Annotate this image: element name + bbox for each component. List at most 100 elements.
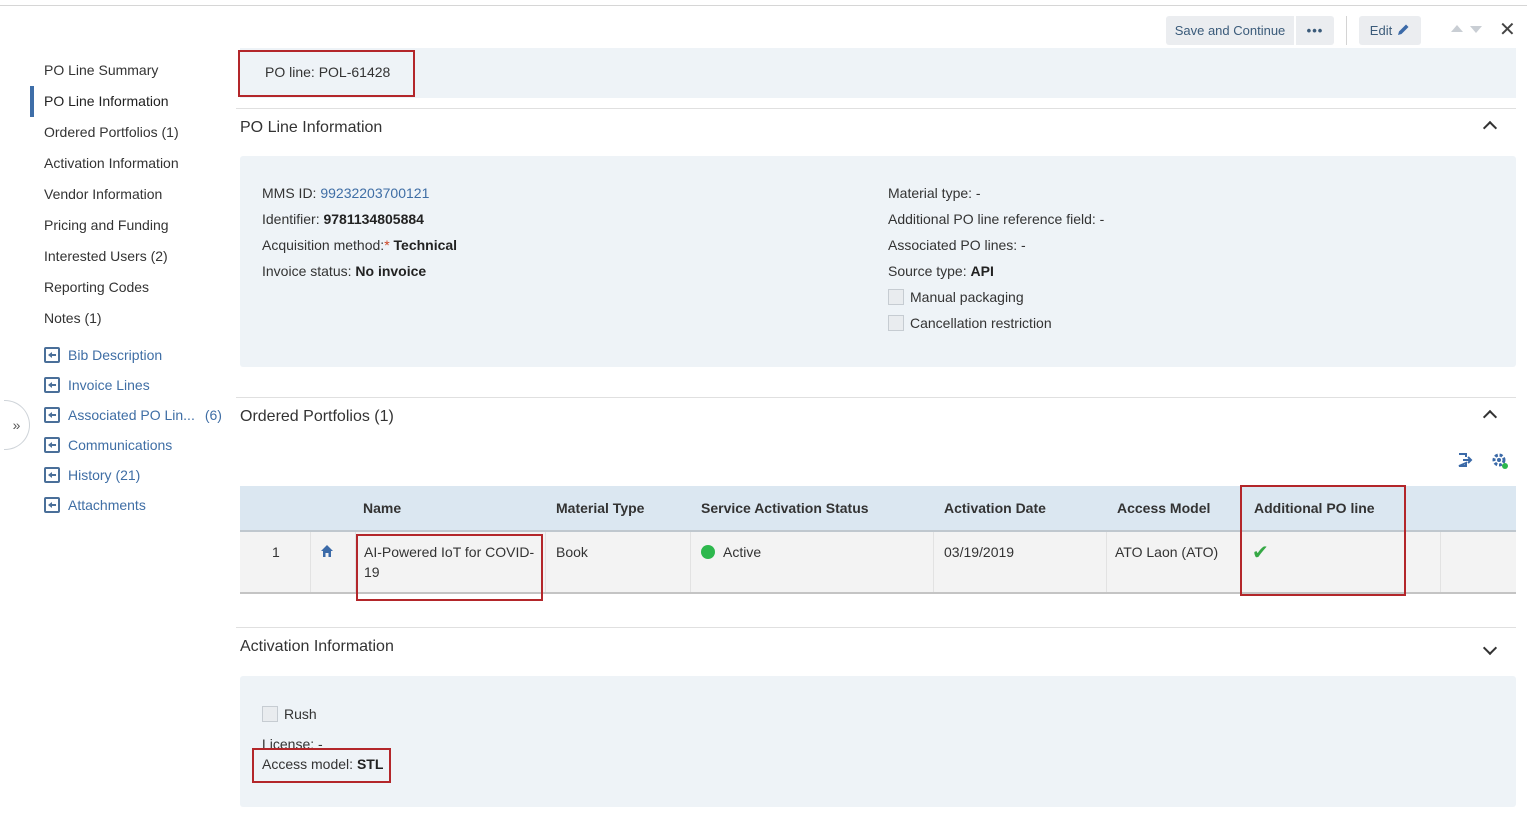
po-line-banner: PO line: POL-61428 [240,48,1516,98]
sidebar-link-label: History (21) [68,467,141,483]
sidebar-link-invoice-lines[interactable]: Invoice Lines [30,370,230,400]
sidebar-link-associated-po-lin[interactable]: Associated PO Lin... (6) [30,400,230,430]
activation-status-label: Active [723,544,762,560]
expand-chevron-icon[interactable] [1482,640,1498,656]
row-index: 1 [272,544,280,560]
rush-field: Rush [262,706,317,722]
section-title-ordered-portfolios: Ordered Portfolios (1) [240,408,394,425]
sidebar-item-notes-1[interactable]: Notes (1) [30,303,230,334]
previous-record-arrow-icon[interactable] [1451,25,1463,32]
table-settings-gear-icon[interactable] [1491,452,1509,470]
material-type-cell: Book [556,544,588,560]
cancellation-restriction-checkbox[interactable] [888,315,904,331]
mms-id-link[interactable]: 99232203700121 [320,185,429,201]
sidebar-link-history-21[interactable]: History (21) [30,460,230,490]
close-icon[interactable]: ✕ [1499,20,1516,40]
expand-panel-toggle[interactable]: » [4,400,30,450]
section-divider [236,108,1516,109]
column-divider [310,532,311,592]
highlight-box-access-model [252,748,391,783]
activation-status-cell: Active [701,544,761,560]
open-in-panel-icon [44,437,60,453]
sidebar-link-label: Associated PO Lin... [68,407,195,423]
identifier-value: 9781134805884 [323,211,424,227]
sidebar-section-list: PO Line Summary PO Line Information Ordere… [30,55,230,334]
activation-date-cell: 03/19/2019 [944,544,1015,560]
top-divider [0,5,1527,6]
toolbar-separator [1346,16,1347,45]
po-line-information-panel: MMS ID: 99232203700121 Identifier: 97811… [240,156,1516,367]
cancellation-restriction-label: Cancellation restriction [910,315,1052,331]
sidebar-item-po-line-summary[interactable]: PO Line Summary [30,55,230,86]
column-header-material-type[interactable]: Material Type [556,500,644,516]
sidebar-link-communications[interactable]: Communications [30,430,230,460]
activation-information-panel: Rush License: - Access model: STL [240,676,1516,807]
column-header-service-activation-status[interactable]: Service Activation Status [701,500,869,516]
source-type-value: API [970,263,994,279]
access-model-cell: ATO Laon (ATO) [1115,544,1219,560]
sidebar-item-ordered-portfolios-1[interactable]: Ordered Portfolios (1) [30,117,230,148]
invoice-status-value: No invoice [355,263,427,279]
sidebar-item-activation-information[interactable]: Activation Information [30,148,230,179]
export-icon[interactable] [1457,452,1473,468]
cancellation-restriction-field: Cancellation restriction [888,315,1052,331]
column-divider [933,532,934,592]
home-icon[interactable] [320,544,334,558]
sidebar-link-label: Invoice Lines [68,377,150,393]
column-header-name[interactable]: Name [363,500,401,516]
additional-reference-field: Additional PO line reference field: - [888,211,1105,227]
highlight-box-portfolio-name [356,534,543,601]
column-divider [1106,532,1107,592]
manual-packaging-checkbox[interactable] [888,289,904,305]
sidebar-link-label: Attachments [68,497,146,513]
column-header-access-model[interactable]: Access Model [1117,500,1210,516]
highlight-box-po-line [238,50,415,97]
open-in-panel-icon [44,347,60,363]
sidebar-item-interested-users-2[interactable]: Interested Users (2) [30,241,230,272]
rush-checkbox[interactable] [262,706,278,722]
identifier-label: Identifier: [262,211,324,227]
manual-packaging-field: Manual packaging [888,289,1024,305]
section-title-po-line-information: PO Line Information [240,119,383,136]
edit-label: Edit [1369,23,1393,38]
material-type-field: Material type: - [888,185,981,201]
sidebar-item-pricing-and-funding[interactable]: Pricing and Funding [30,210,230,241]
acquisition-method-label: Acquisition method: [262,237,385,253]
section-divider [236,397,1516,398]
sidebar-related-links: Bib Description Invoice Lines Associated P… [30,340,230,520]
rush-label: Rush [284,706,317,722]
sidebar-link-bib-description[interactable]: Bib Description [30,340,230,370]
active-status-dot-icon [701,545,715,559]
collapse-chevron-icon[interactable] [1482,409,1498,425]
associated-po-lines-field: Associated PO lines: - [888,237,1026,253]
next-record-arrow-icon[interactable] [1470,26,1482,33]
sidebar-item-reporting-codes[interactable]: Reporting Codes [30,272,230,303]
pencil-icon [1398,24,1409,35]
identifier-field: Identifier: 9781134805884 [262,211,424,227]
sidebar-link-count: (6) [204,407,222,423]
source-type-label: Source type: [888,263,971,279]
sidebar-link-label: Bib Description [68,347,163,363]
mms-id-field: MMS ID: 99232203700121 [262,185,429,201]
more-actions-button[interactable]: ••• [1296,16,1334,45]
open-in-panel-icon [44,377,60,393]
sidebar-link-attachments[interactable]: Attachments [30,490,230,520]
save-and-continue-button[interactable]: Save and Continue [1166,16,1294,45]
column-divider [545,532,546,592]
manual-packaging-label: Manual packaging [910,289,1024,305]
column-divider [690,532,691,592]
edit-button[interactable]: Edit [1359,16,1421,45]
acquisition-method-value: Technical [389,237,458,253]
open-in-panel-icon [44,407,60,423]
sidebar-nav: PO Line Summary PO Line Information Ordere… [30,55,230,520]
mms-id-label: MMS ID: [262,185,321,201]
sidebar-item-vendor-information[interactable]: Vendor Information [30,179,230,210]
source-type-field: Source type: API [888,263,994,279]
collapse-chevron-icon[interactable] [1482,120,1498,136]
toolbar: Save and Continue ••• Edit ✕ [0,16,1527,46]
sidebar-item-po-line-information[interactable]: PO Line Information [30,86,230,117]
section-divider [236,627,1516,628]
invoice-status-field: Invoice status: No invoice [262,263,426,279]
column-header-activation-date[interactable]: Activation Date [944,500,1046,516]
highlight-box-additional-po-line [1240,485,1406,596]
